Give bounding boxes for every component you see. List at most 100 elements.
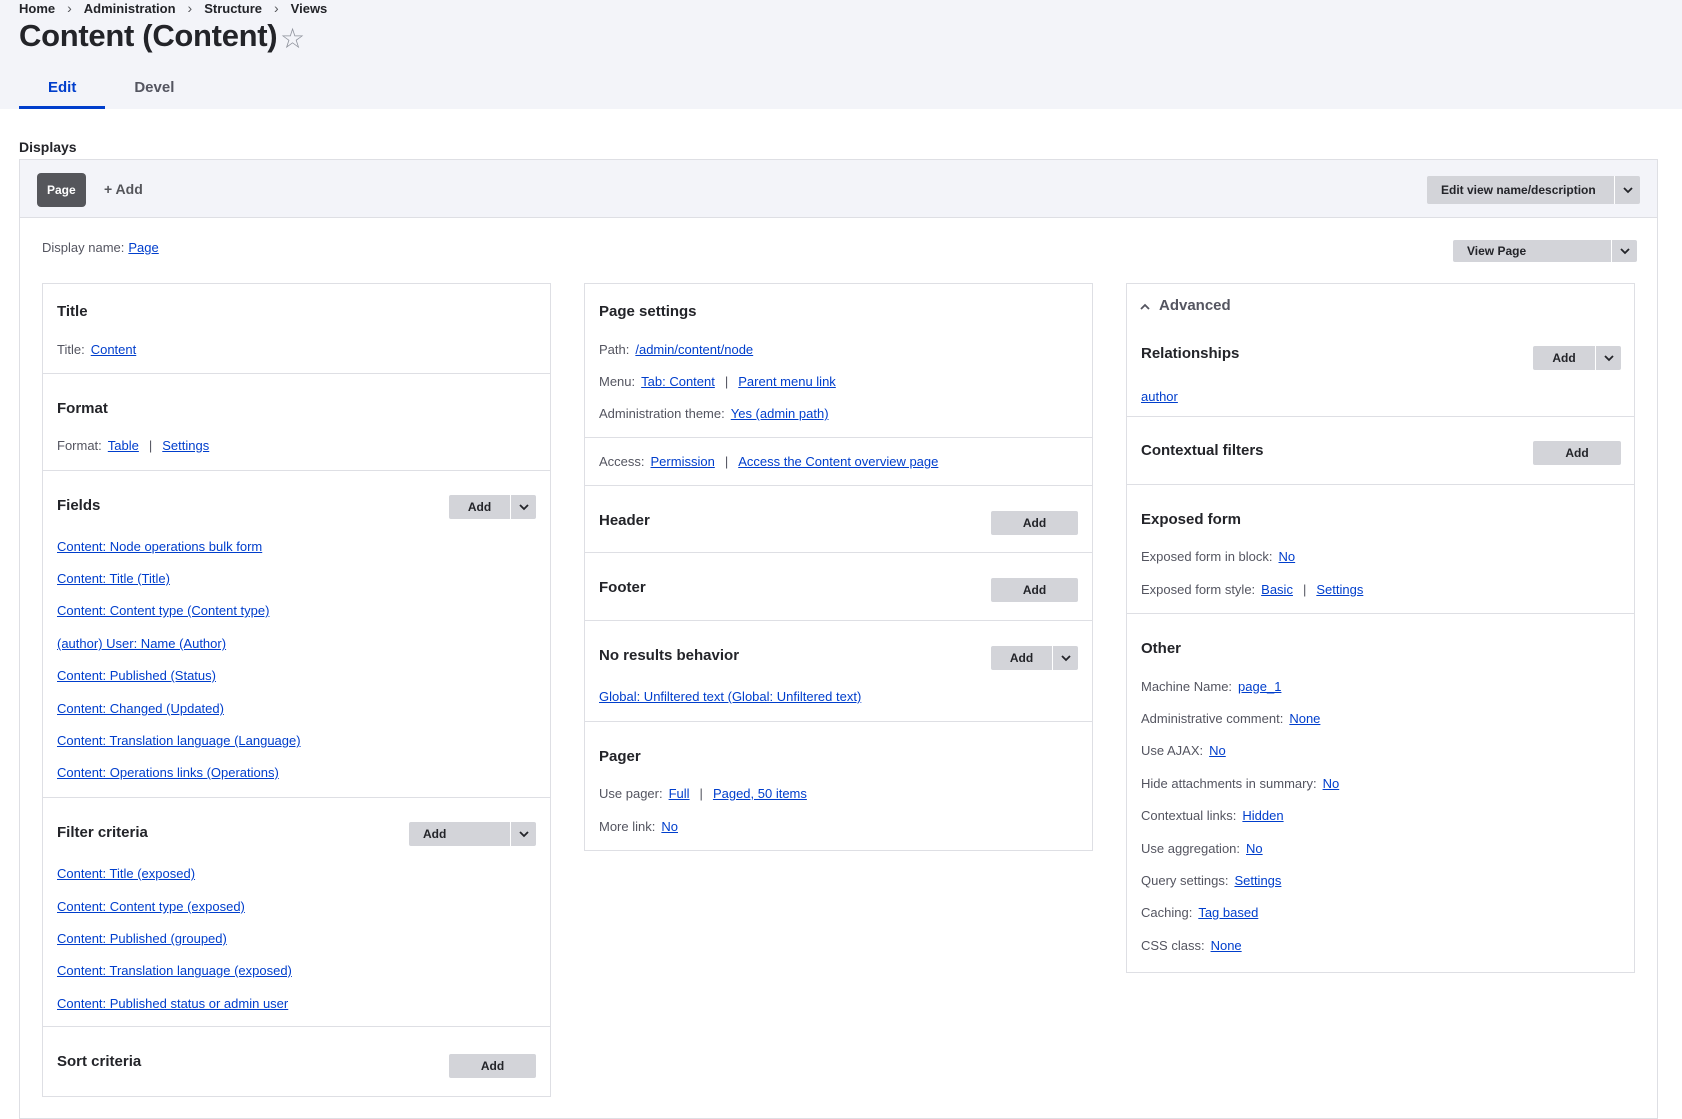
format-table-link[interactable]: Table — [108, 438, 139, 453]
other-row: CSS class: None — [1141, 938, 1242, 953]
other-link[interactable]: Hidden — [1242, 808, 1283, 823]
tab-devel[interactable]: Devel — [105, 68, 203, 109]
chevron-down-icon[interactable] — [1595, 346, 1621, 370]
other-link[interactable]: None — [1289, 711, 1320, 726]
field-link[interactable]: Content: Content type (Content type) — [57, 603, 269, 618]
footer-add-button[interactable]: Add — [991, 578, 1078, 602]
chevron-down-icon[interactable] — [1052, 646, 1078, 670]
no-results-link[interactable]: Global: Unfiltered text (Global: Unfilte… — [599, 689, 861, 704]
access-overview-link[interactable]: Access the Content overview page — [738, 454, 938, 469]
advanced-toggle[interactable]: Advanced — [1127, 284, 1634, 320]
filter-link[interactable]: Content: Translation language (exposed) — [57, 963, 292, 978]
format-settings-link[interactable]: Settings — [162, 438, 209, 453]
other-link[interactable]: No — [1246, 841, 1263, 856]
chevron-down-icon[interactable] — [1611, 240, 1637, 262]
filter-link[interactable]: Content: Published (grouped) — [57, 931, 227, 946]
breadcrumb-views[interactable]: Views — [291, 1, 328, 16]
exposed-style-settings-link[interactable]: Settings — [1316, 582, 1363, 597]
edit-view-name-button[interactable]: Edit view name/description — [1427, 176, 1640, 204]
page-header: Home › Administration › Structure › View… — [0, 0, 1682, 109]
relationships-add-button[interactable]: Add — [1533, 346, 1621, 370]
display-name-label: Display name: — [42, 240, 125, 255]
advanced-label[interactable]: Advanced — [1159, 297, 1231, 314]
display-tab-page[interactable]: Page — [37, 173, 86, 207]
fields-add-label[interactable]: Add — [449, 495, 510, 519]
separator: | — [724, 454, 729, 469]
exposed-form-section: Exposed form Exposed form in block: No Ex… — [1127, 485, 1634, 614]
pager-heading: Pager — [599, 748, 641, 765]
chevron-down-icon[interactable] — [1614, 176, 1640, 204]
sort-add-button[interactable]: Add — [449, 1054, 536, 1078]
no-results-add-button[interactable]: Add — [991, 646, 1078, 670]
contextual-add-button[interactable]: Add — [1533, 441, 1621, 465]
fields-add-button[interactable]: Add — [449, 495, 536, 519]
other-link[interactable]: No — [1209, 743, 1226, 758]
displays-label: Displays — [19, 139, 77, 155]
field-link[interactable]: Content: Node operations bulk form — [57, 539, 262, 554]
contextual-filters-heading: Contextual filters — [1141, 442, 1264, 459]
column-page-settings: Page settings Path: /admin/content/node M… — [584, 283, 1093, 851]
field-link[interactable]: Content: Changed (Updated) — [57, 701, 224, 716]
view-page-label[interactable]: View Page — [1453, 240, 1611, 262]
filters-add-button[interactable]: Add — [409, 822, 536, 846]
other-row: Machine Name: page_1 — [1141, 679, 1281, 694]
exposed-form-heading: Exposed form — [1141, 511, 1242, 528]
field-link[interactable]: Content: Title (Title) — [57, 571, 170, 586]
other-link[interactable]: page_1 — [1238, 679, 1281, 694]
separator: | — [724, 374, 729, 389]
display-name-link[interactable]: Page — [128, 240, 158, 255]
other-row: Contextual links: Hidden — [1141, 808, 1284, 823]
breadcrumb-home[interactable]: Home — [19, 1, 55, 16]
field-link[interactable]: Content: Operations links (Operations) — [57, 765, 279, 780]
exposed-block-link[interactable]: No — [1279, 549, 1296, 564]
filter-link[interactable]: Content: Published status or admin user — [57, 996, 288, 1011]
relationship-author-link[interactable]: author — [1141, 389, 1178, 404]
pager-full-link[interactable]: Full — [669, 786, 690, 801]
column-basic: Title Title: Content Format Format: Table |… — [42, 283, 551, 1097]
other-label: Query settings: — [1141, 873, 1229, 888]
other-link[interactable]: None — [1211, 938, 1242, 953]
access-permission-link[interactable]: Permission — [651, 454, 715, 469]
view-page-button[interactable]: View Page — [1453, 240, 1637, 262]
chevron-up-icon[interactable] — [1139, 300, 1151, 316]
field-link[interactable]: Content: Published (Status) — [57, 668, 216, 683]
other-link[interactable]: Tag based — [1198, 905, 1258, 920]
admin-theme-link[interactable]: Yes (admin path) — [731, 406, 829, 421]
path-link[interactable]: /admin/content/node — [635, 342, 753, 357]
filters-add-label[interactable]: Add — [409, 822, 510, 846]
breadcrumb-structure[interactable]: Structure — [204, 1, 262, 16]
other-link[interactable]: No — [1323, 776, 1340, 791]
edit-view-name-label[interactable]: Edit view name/description — [1427, 176, 1614, 204]
menu-tab-link[interactable]: Tab: Content — [641, 374, 715, 389]
filter-link[interactable]: Content: Content type (exposed) — [57, 899, 245, 914]
no-results-add-label[interactable]: Add — [991, 646, 1052, 670]
breadcrumb-administration[interactable]: Administration — [84, 1, 176, 16]
header-heading: Header — [599, 512, 650, 529]
relationships-add-label[interactable]: Add — [1533, 346, 1595, 370]
other-label: Administrative comment: — [1141, 711, 1284, 726]
exposed-style-row: Exposed form style: Basic | Settings — [1141, 582, 1363, 597]
separator: | — [699, 786, 703, 801]
more-link-value[interactable]: No — [661, 819, 678, 834]
other-heading: Other — [1141, 640, 1182, 657]
parent-menu-link[interactable]: Parent menu link — [738, 374, 836, 389]
access-section: Access: Permission | Access the Content ove… — [585, 438, 1092, 486]
chevron-down-icon[interactable] — [510, 495, 536, 519]
filter-link[interactable]: Content: Title (exposed) — [57, 866, 195, 881]
field-link[interactable]: (author) User: Name (Author) — [57, 636, 226, 651]
star-icon[interactable]: ☆ — [280, 22, 305, 55]
format-row: Format: Table | Settings — [57, 438, 209, 453]
pager-items-link[interactable]: Paged, 50 items — [713, 786, 807, 801]
chevron-down-icon[interactable] — [510, 822, 536, 846]
add-display-button[interactable]: + Add — [104, 181, 143, 197]
title-link[interactable]: Content — [91, 342, 137, 357]
tab-edit[interactable]: Edit — [19, 68, 106, 109]
other-link[interactable]: Settings — [1234, 873, 1281, 888]
use-pager-label: Use pager: — [599, 786, 663, 801]
field-link[interactable]: Content: Translation language (Language) — [57, 733, 301, 748]
header-add-button[interactable]: Add — [991, 511, 1078, 535]
other-label: Use aggregation: — [1141, 841, 1241, 856]
exposed-style-basic-link[interactable]: Basic — [1261, 582, 1293, 597]
breadcrumb-separator: › — [67, 0, 72, 16]
exposed-block-row: Exposed form in block: No — [1141, 549, 1295, 564]
